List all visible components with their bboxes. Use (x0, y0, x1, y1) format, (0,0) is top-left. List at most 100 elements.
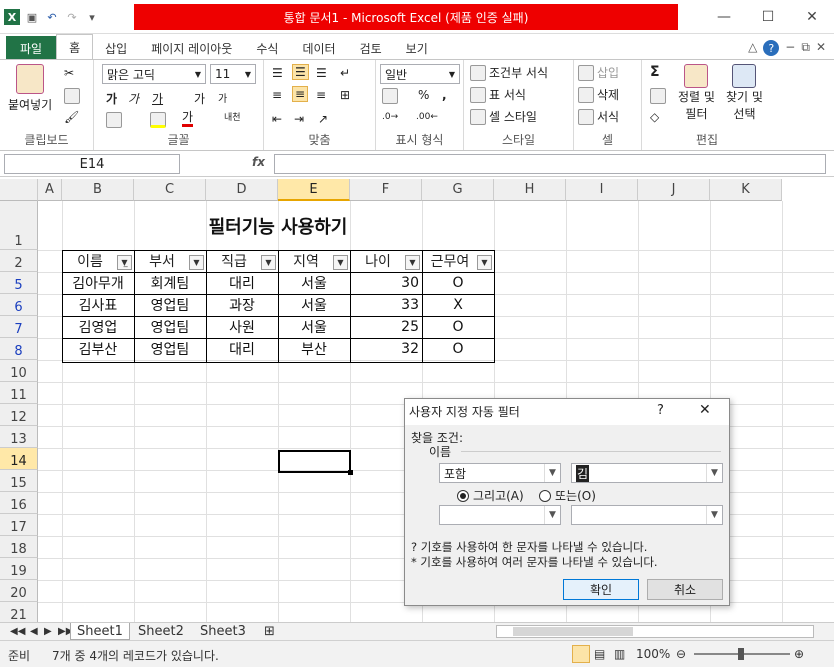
help-icon[interactable]: ? (763, 40, 780, 56)
tab-file[interactable]: 파일 (6, 36, 57, 60)
shrink-font-button[interactable]: 가 (218, 90, 227, 105)
align-right-icon[interactable]: ≡ (316, 88, 326, 102)
increase-indent-icon[interactable]: ⇥ (294, 112, 304, 126)
row-header-7[interactable]: 7 (0, 316, 38, 338)
tab-insert[interactable]: 삽입 (93, 36, 139, 60)
or-radio[interactable]: 또는(O) (539, 487, 596, 504)
table-cell[interactable]: 부산 (278, 338, 350, 360)
row-header-1[interactable]: 1 (0, 201, 38, 250)
cut-icon[interactable]: ✂ (64, 66, 74, 80)
column-header-d[interactable]: D (206, 179, 278, 201)
sheet-tab-2[interactable]: Sheet2 (132, 623, 190, 640)
operator-select-2[interactable]: ▼ (439, 505, 561, 525)
table-cell[interactable]: O (422, 272, 494, 294)
table-cell[interactable]: 영업팀 (134, 338, 206, 360)
row-header-5[interactable]: 5 (0, 272, 38, 294)
align-bottom-icon[interactable]: ☰ (316, 66, 327, 80)
italic-button[interactable]: 가 (128, 90, 139, 107)
table-cell[interactable]: 서울 (278, 272, 350, 294)
tab-formulas[interactable]: 수식 (244, 36, 290, 60)
format-table-button[interactable]: 표 서식 (470, 86, 526, 103)
zoom-out-icon[interactable]: ⊖ (676, 647, 686, 661)
align-top-icon[interactable]: ☰ (272, 66, 283, 80)
merge-center-icon[interactable]: ⊞ (340, 88, 350, 102)
and-radio[interactable]: 그리고(A) (457, 487, 524, 504)
table-cell[interactable]: 32 (350, 338, 422, 360)
minimize-button[interactable]: — (702, 4, 746, 30)
tab-page-layout[interactable]: 페이지 레이아웃 (139, 36, 244, 60)
filter-active-icon[interactable]: ▼̲ (117, 255, 132, 270)
dialog-help-button[interactable]: ? (657, 403, 664, 418)
format-cells-button[interactable]: 서식 (578, 108, 619, 125)
wrap-text-icon[interactable]: ↵ (340, 66, 350, 80)
save-icon[interactable]: ▣ (24, 9, 40, 25)
select-all-corner[interactable] (0, 179, 38, 201)
align-middle-icon[interactable]: ☰ (292, 64, 309, 80)
column-header-k[interactable]: K (710, 179, 782, 201)
value-select-1[interactable]: 김 ▼ (571, 463, 723, 483)
table-cell[interactable]: 서울 (278, 294, 350, 316)
row-header-18[interactable]: 18 (0, 536, 38, 558)
increase-decimal-icon[interactable]: .0→ (382, 112, 398, 122)
cell-styles-button[interactable]: 셀 스타일 (470, 108, 537, 125)
conditional-format-button[interactable]: 조건부 서식 (470, 64, 548, 81)
column-header-i[interactable]: I (566, 179, 638, 201)
grow-font-button[interactable]: 가 (194, 90, 205, 107)
row-header-12[interactable]: 12 (0, 404, 38, 426)
window-close-icon[interactable]: ✕ (816, 40, 826, 56)
percent-button[interactable]: % (418, 88, 429, 102)
zoom-slider[interactable] (694, 648, 790, 660)
ok-button[interactable]: 확인 (563, 579, 639, 600)
table-cell[interactable]: 대리 (206, 338, 278, 360)
tab-data[interactable]: 데이터 (290, 36, 347, 60)
clear-icon[interactable]: ◇ (650, 110, 659, 124)
cancel-button[interactable]: 취소 (647, 579, 723, 600)
row-header-10[interactable]: 10 (0, 360, 38, 382)
font-color-button[interactable]: 가 (182, 110, 194, 127)
table-cell[interactable]: 대리 (206, 272, 278, 294)
table-cell[interactable]: O (422, 338, 494, 360)
comma-button[interactable]: , (442, 88, 447, 102)
active-cell[interactable] (278, 450, 353, 475)
number-format-select[interactable]: 일반 ▼ (380, 64, 460, 84)
tab-view[interactable]: 보기 (394, 36, 440, 60)
window-restore-icon[interactable]: ⧉ (801, 40, 810, 56)
copy-icon[interactable] (64, 88, 80, 104)
column-header-c[interactable]: C (134, 179, 206, 201)
row-header-19[interactable]: 19 (0, 558, 38, 580)
sheet-tab-3[interactable]: Sheet3 (194, 623, 252, 640)
row-header-8[interactable]: 8 (0, 338, 38, 360)
bold-button[interactable]: 가 (106, 90, 117, 107)
align-center-icon[interactable]: ≡ (292, 86, 309, 102)
delete-cells-button[interactable]: 삭제 (578, 86, 619, 103)
table-cell[interactable]: X (422, 294, 494, 316)
filter-dropdown-icon[interactable]: ▼ (189, 255, 204, 270)
phonetic-button[interactable]: 내천 (224, 110, 241, 123)
table-cell[interactable]: O (422, 316, 494, 338)
column-header-h[interactable]: H (494, 179, 566, 201)
filter-dropdown-icon[interactable]: ▼ (261, 255, 276, 270)
table-cell[interactable]: 김영업 (62, 316, 134, 338)
font-size-select[interactable]: 11 ▼ (210, 64, 256, 84)
tab-home[interactable]: 홈 (56, 34, 94, 60)
table-cell[interactable]: 33 (350, 294, 422, 316)
filter-dropdown-icon[interactable]: ▼ (405, 255, 420, 270)
row-header-15[interactable]: 15 (0, 470, 38, 492)
text-direction-icon[interactable]: ↗ (318, 112, 328, 126)
sort-filter-button[interactable]: 정렬 및 필터 (678, 64, 715, 122)
row-header-20[interactable]: 20 (0, 580, 38, 602)
format-painter-icon[interactable]: 🖌 (64, 110, 79, 124)
row-header-2[interactable]: 2 (0, 250, 38, 272)
filter-dropdown-icon[interactable]: ▼ (333, 255, 348, 270)
page-layout-view-icon[interactable]: ▤ (594, 647, 605, 661)
table-cell[interactable]: 영업팀 (134, 294, 206, 316)
row-header-16[interactable]: 16 (0, 492, 38, 514)
undo-icon[interactable]: ↶ (44, 9, 60, 25)
column-header-f[interactable]: F (350, 179, 422, 201)
border-icon[interactable] (106, 112, 122, 128)
fill-color-icon[interactable] (150, 112, 166, 128)
operator-select-1[interactable]: 포함 ▼ (439, 463, 561, 483)
decrease-indent-icon[interactable]: ⇤ (272, 112, 282, 126)
sheet-tab-1[interactable]: Sheet1 (70, 623, 130, 640)
autosum-button[interactable]: Σ (650, 64, 660, 80)
